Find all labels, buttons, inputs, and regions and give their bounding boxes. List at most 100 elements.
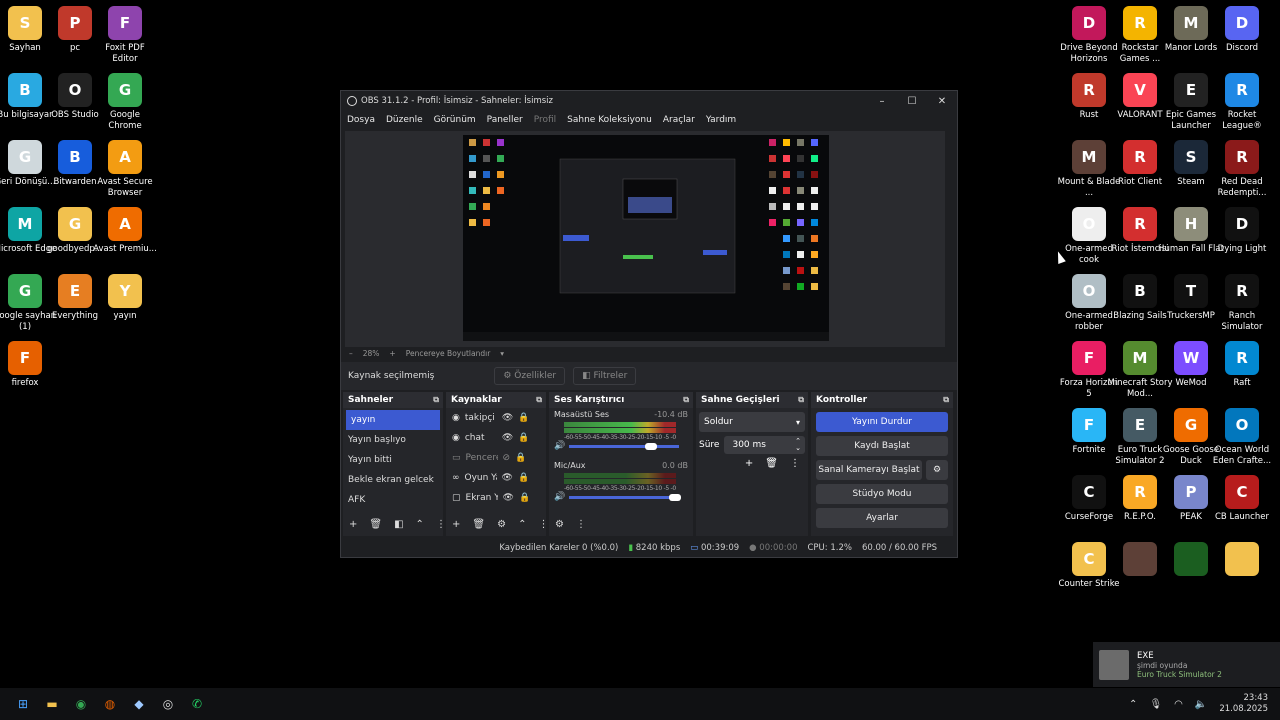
duration-input[interactable]: 300 ms ⌃ ⌄ [724, 436, 805, 454]
desktop-shortcut[interactable]: F Foxit PDF Editor [92, 6, 158, 64]
move-up-button[interactable]: ⌃ [518, 519, 526, 530]
maximize-button[interactable]: ☐ [897, 96, 927, 107]
chrome-icon[interactable]: ◉ [70, 693, 92, 715]
undock-icon[interactable]: ⧉ [943, 395, 949, 405]
source-item[interactable]: ∞ Oyun Ya 👁 🔒 [446, 468, 546, 488]
start-virtual-camera-button[interactable]: Sanal Kamerayı Başlat [816, 460, 922, 480]
slider-knob[interactable] [669, 493, 682, 501]
undock-icon[interactable]: ⧉ [683, 395, 689, 405]
volume-slider[interactable] [569, 493, 682, 501]
whatsapp-icon[interactable]: ✆ [186, 693, 208, 715]
studio-mode-button[interactable]: Stüdyo Modu [816, 484, 948, 504]
menu-yardim[interactable]: Yardım [706, 115, 736, 125]
desktop-shortcut[interactable]: D Dying Light [1209, 207, 1275, 255]
undock-icon[interactable]: ⧉ [433, 395, 439, 405]
more-options-icon[interactable]: ⋮ [538, 519, 548, 530]
spinner-arrows-icon[interactable]: ⌃ ⌄ [795, 438, 801, 452]
desktop-shortcut[interactable] [1209, 542, 1275, 579]
scene-item[interactable]: AFK [343, 490, 443, 510]
scene-item[interactable]: Yayın başlıyo [343, 430, 443, 450]
desktop-shortcut[interactable]: R Ranch Simulator [1209, 274, 1275, 332]
add-source-button[interactable]: + [452, 519, 460, 530]
microphone-icon[interactable]: 🎙 [1149, 699, 1162, 710]
scene-item[interactable]: Bekle ekran gelcek [343, 470, 443, 490]
filters-button[interactable]: ◧ Filtreler [573, 367, 637, 385]
game-activity-notification[interactable]: EXE şimdi oyunda Euro Truck Simulator 2 [1093, 642, 1280, 687]
menu-paneller[interactable]: Paneller [487, 115, 523, 125]
desktop-shortcut[interactable]: Yyayın [92, 274, 158, 322]
speaker-icon[interactable]: 🔈 [1195, 699, 1207, 710]
desktop-shortcut[interactable]: R Rocket League® [1209, 73, 1275, 131]
volume-slider[interactable] [569, 442, 680, 450]
zoom-out-button[interactable]: – [349, 349, 353, 358]
lock-icon[interactable]: 🔒 [519, 493, 530, 503]
fit-to-window-button[interactable]: Pencereye Boyutlandır [406, 349, 491, 358]
desktop-shortcut[interactable]: C CB Launcher [1209, 475, 1275, 523]
clock[interactable]: 23:43 21.08.2025 [1219, 693, 1268, 715]
add-transition-button[interactable]: + [745, 458, 753, 469]
file-explorer-icon[interactable]: ▬ [41, 693, 63, 715]
scene-item[interactable]: yayın [346, 410, 440, 430]
stop-stream-button[interactable]: Yayını Durdur [816, 412, 948, 432]
virtual-camera-gear-icon[interactable]: ⚙ [926, 460, 948, 480]
visibility-eye-icon[interactable]: 👁 [503, 493, 514, 503]
start-recording-button[interactable]: Kaydı Başlat [816, 436, 948, 456]
more-options-icon[interactable]: ⋮ [576, 519, 586, 530]
desktop-shortcut[interactable]: O Ocean World Eden Crafte... [1209, 408, 1275, 466]
add-scene-button[interactable]: + [349, 519, 357, 530]
scene-filters-button[interactable]: ◧ [394, 519, 403, 530]
speaker-icon[interactable]: 🔊 [554, 492, 565, 502]
menu-profil[interactable]: Profil [534, 115, 556, 125]
desktop-shortcut[interactable]: R Red Dead Redempti... [1209, 140, 1275, 198]
more-options-icon[interactable]: ⋮ [790, 458, 800, 469]
source-item[interactable]: ◉ takipçi 👁 🔒 [446, 408, 546, 428]
menu-sahne-koleksiyonu[interactable]: Sahne Koleksiyonu [567, 115, 652, 125]
steam-icon[interactable]: ◆ [128, 693, 150, 715]
menu-dosya[interactable]: Dosya [347, 115, 375, 125]
menu-gorunum[interactable]: Görünüm [434, 115, 476, 125]
lock-icon[interactable]: 🔒 [518, 413, 529, 423]
remove-transition-button[interactable]: 🗑 [765, 458, 778, 469]
menu-duzenle[interactable]: Düzenle [386, 115, 423, 125]
scene-item[interactable]: Yayın bitti [343, 450, 443, 470]
undock-icon[interactable]: ⧉ [536, 395, 542, 405]
source-item[interactable]: ▢ Ekran Ya 👁 🔒 [446, 488, 546, 508]
undock-icon[interactable]: ⧉ [798, 395, 804, 405]
move-up-button[interactable]: ⌃ [416, 519, 424, 530]
wifi-icon[interactable]: ◠ [1174, 699, 1183, 710]
visibility-hidden-icon[interactable]: ⊘ [503, 453, 511, 463]
minimize-button[interactable]: – [867, 96, 897, 107]
firefox-icon[interactable]: ◍ [99, 693, 121, 715]
desktop-shortcut[interactable]: A Avast Secure Browser [92, 140, 158, 198]
desktop-shortcut[interactable]: Ffirefox [0, 341, 58, 389]
chevron-down-icon[interactable]: ▾ [500, 349, 504, 358]
windows-start-icon[interactable]: ⊞ [12, 693, 34, 715]
close-button[interactable]: ✕ [927, 96, 957, 107]
mixer-settings-gear-icon[interactable]: ⚙ [555, 519, 564, 530]
desktop-shortcut[interactable]: D Discord [1209, 6, 1275, 54]
lock-icon[interactable]: 🔒 [518, 473, 529, 483]
source-item[interactable]: ◉ chat 👁 🔒 [446, 428, 546, 448]
lock-icon[interactable]: 🔒 [515, 453, 526, 463]
settings-button[interactable]: Ayarlar [816, 508, 948, 528]
source-settings-gear-icon[interactable]: ⚙ [497, 519, 506, 530]
desktop-shortcut[interactable]: A Avast Premiu... [92, 207, 158, 255]
remove-source-button[interactable]: 🗑 [472, 519, 485, 530]
slider-knob[interactable] [645, 442, 658, 450]
lock-icon[interactable]: 🔒 [518, 433, 529, 443]
obs-titlebar[interactable]: OBS 31.1.2 - Profil: İsimsiz - Sahneler:… [341, 91, 957, 111]
obs-icon[interactable]: ◎ [157, 693, 179, 715]
properties-button[interactable]: ⚙ Özellikler [494, 367, 566, 385]
zoom-in-button[interactable]: + [389, 349, 395, 358]
remove-scene-button[interactable]: 🗑 [369, 519, 382, 530]
visibility-eye-icon[interactable]: 👁 [502, 473, 513, 483]
preview-canvas[interactable] [345, 131, 945, 347]
speaker-icon[interactable]: 🔊 [554, 441, 565, 451]
visibility-eye-icon[interactable]: 👁 [502, 433, 513, 443]
chevron-up-icon[interactable]: ⌃ [1129, 699, 1137, 710]
more-options-icon[interactable]: ⋮ [436, 519, 446, 530]
desktop-shortcut[interactable]: G Google Chrome [92, 73, 158, 131]
visibility-eye-icon[interactable]: 👁 [502, 413, 513, 423]
transition-select[interactable]: Soldur ▾ [699, 412, 805, 432]
desktop-shortcut[interactable]: R Raft [1209, 341, 1275, 389]
